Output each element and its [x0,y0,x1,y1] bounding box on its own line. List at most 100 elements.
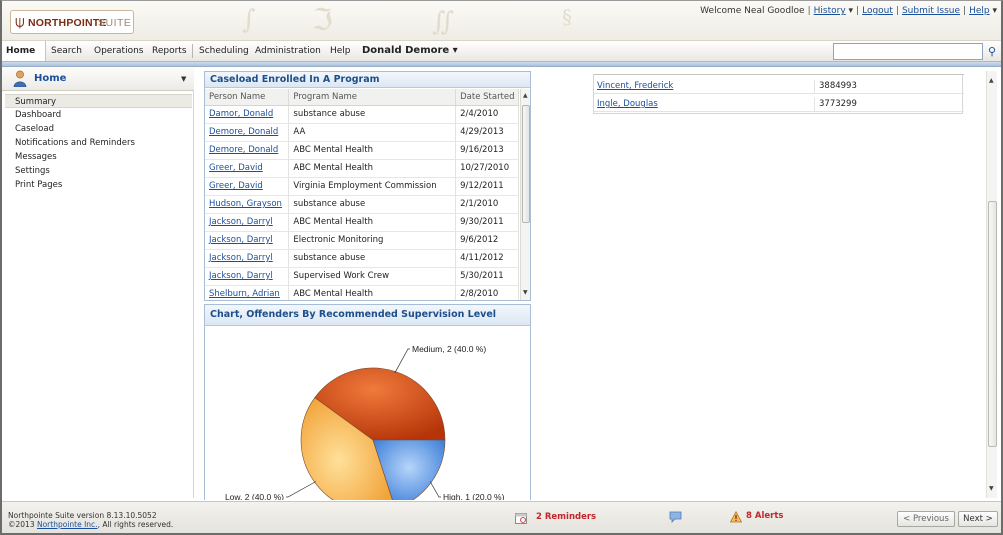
sidebar-item-summary[interactable]: Summary [5,94,192,108]
program-cell: ABC Mental Health [288,159,457,178]
program-cell: ABC Mental Health [288,141,457,160]
app-window: ∫ ℑ ∬ § ⍦ NORTHPOINTE SUITE Welcome Neal… [0,0,1003,535]
scroll-down-icon[interactable]: ▼ [523,289,528,296]
column-header-program-name[interactable]: Program Name [288,89,457,106]
sidebar-title: Home [34,73,67,84]
date-cell: 2/8/2010 [455,285,519,300]
person-link[interactable]: Jackson, Darryl [209,271,273,281]
nav-operations[interactable]: Operations [90,41,147,61]
table-row: Demore, Donald ABC Mental Health 9/16/20… [205,141,519,160]
table-row: Hudson, Grayson substance abuse 2/1/2010 [205,195,519,214]
copyright-suffix: , All rights reserved. [97,520,174,529]
person-link[interactable]: Jackson, Darryl [209,235,273,245]
program-cell: ABC Mental Health [288,285,457,300]
sidebar-item-messages[interactable]: Messages [5,150,192,164]
alerts-link[interactable]: 8 Alerts [746,511,783,521]
nav-scheduling[interactable]: Scheduling [195,41,253,61]
nav-help[interactable]: Help [326,41,355,61]
date-cell: 10/27/2010 [455,159,519,178]
pie-leader-line [429,481,441,498]
program-cell: substance abuse [288,249,457,268]
person-link[interactable]: Jackson, Darryl [209,217,273,227]
supervision-level-pie-chart: Medium, 2 (40.0 %) Low, 2 (40.0 %) High, 1… [225,344,505,500]
person-link[interactable]: Hudson, Grayson [209,199,282,209]
scroll-up-icon[interactable]: ▲ [523,92,528,99]
help-caret-icon[interactable]: ▾ [990,6,997,16]
date-cell: 2/4/2010 [455,105,519,124]
table-row: Shelburn, Adrian ABC Mental Health 2/8/2… [205,285,519,300]
scroll-down-icon[interactable]: ▼ [989,485,994,492]
table-row: Jackson, Darryl ABC Mental Health 9/30/2… [205,213,519,232]
list-item: Ingle, Douglas 3773299 [594,98,964,112]
sidebar-item-settings[interactable]: Settings [5,164,192,178]
table-row: Demore, Donald AA 4/29/2013 [205,123,519,142]
global-search-input[interactable] [833,43,983,60]
date-cell: 5/30/2011 [455,267,519,286]
header-decoration: ℑ [312,3,333,38]
person-link[interactable]: Ingle, Douglas [597,99,658,109]
message-icon[interactable] [669,511,682,523]
person-link[interactable]: Greer, David [209,163,263,173]
version-text: Northpointe Suite version 8.13.10.5052 [8,511,157,520]
person-link[interactable]: Jackson, Darryl [209,253,273,263]
table-row: Jackson, Darryl Electronic Monitoring 9/… [205,231,519,250]
next-button[interactable]: Next > [958,511,998,527]
table-row: Greer, David Virginia Employment Commiss… [205,177,519,196]
chevron-down-icon[interactable]: ▼ [181,75,186,83]
nav-reports[interactable]: Reports [148,41,191,61]
nav-divider [192,44,193,58]
calendar-reminder-icon[interactable] [515,512,527,524]
sidebar: Home ▼ Summary Dashboard Caseload Notifi… [2,67,194,498]
sidebar-item-caseload[interactable]: Caseload [5,122,192,136]
user-bar: Welcome Neal Goodloe | History ▾ | Logout | Su… [700,6,997,16]
person-link[interactable]: Greer, David [209,181,263,191]
alert-icon[interactable] [730,511,742,523]
table-row: Damor, Donald substance abuse 2/4/2010 [205,105,519,124]
chevron-down-icon: ▾ [449,45,458,56]
northpointe-link[interactable]: Northpointe Inc. [37,520,98,529]
nav-administration[interactable]: Administration [251,41,325,61]
brand-suite: SUITE [98,17,132,29]
northpointe-logo[interactable]: ⍦ NORTHPOINTE SUITE [10,10,134,34]
program-cell: ABC Mental Health [288,213,457,232]
column-divider [814,98,815,112]
previous-button[interactable]: < Previous [897,511,955,527]
column-header-person-name[interactable]: Person Name [205,89,290,106]
header-decoration: ∫ [242,5,256,35]
date-cell: 9/30/2011 [455,213,519,232]
logout-link[interactable]: Logout [862,6,893,16]
chart-panel-title: Chart, Offenders By Recommended Supervis… [205,305,530,326]
help-link[interactable]: Help [969,6,990,16]
person-link[interactable]: Shelburn, Adrian [209,289,280,299]
nav-search[interactable]: Search [47,41,86,61]
caseload-scrollbar[interactable]: ▲ ▼ [520,89,530,300]
sidebar-header[interactable]: Home ▼ [2,67,194,91]
welcome-text: Welcome Neal Goodloe [700,6,805,16]
program-cell: Virginia Employment Commission [288,177,457,196]
person-link[interactable]: Demore, Donald [209,145,278,155]
sidebar-item-print-pages[interactable]: Print Pages [5,178,192,192]
chart-panel: Chart, Offenders By Recommended Supervis… [204,304,531,500]
pie-label-low: Low, 2 (40.0 %) [225,492,284,500]
nav-person-menu[interactable]: Donald Demore ▾ [358,41,462,61]
nav-home[interactable]: Home [2,41,46,61]
person-link[interactable]: Demore, Donald [209,127,278,137]
search-icon[interactable]: ⚲ [985,43,999,60]
sidebar-item-dashboard[interactable]: Dashboard [5,108,192,122]
list-top-border [594,74,964,75]
sidebar-item-notifications[interactable]: Notifications and Reminders [5,136,192,150]
reminders-link[interactable]: 2 Reminders [536,512,596,522]
history-link[interactable]: History [814,6,846,16]
person-link[interactable]: Vincent, Frederick [597,81,673,91]
scrollbar-thumb[interactable] [522,105,530,223]
history-caret-icon[interactable]: ▾ [846,6,854,16]
header-decoration: § [562,5,572,29]
pie-label-medium: Medium, 2 (40.0 %) [412,344,486,354]
column-header-date-started[interactable]: Date Started [455,89,519,106]
scroll-up-icon[interactable]: ▲ [989,77,994,84]
program-cell: substance abuse [288,105,457,124]
scrollbar-thumb[interactable] [988,201,997,447]
main-scrollbar[interactable]: ▲ ▼ [986,71,997,498]
person-link[interactable]: Damor, Donald [209,109,273,119]
submit-issue-link[interactable]: Submit Issue [902,6,960,16]
